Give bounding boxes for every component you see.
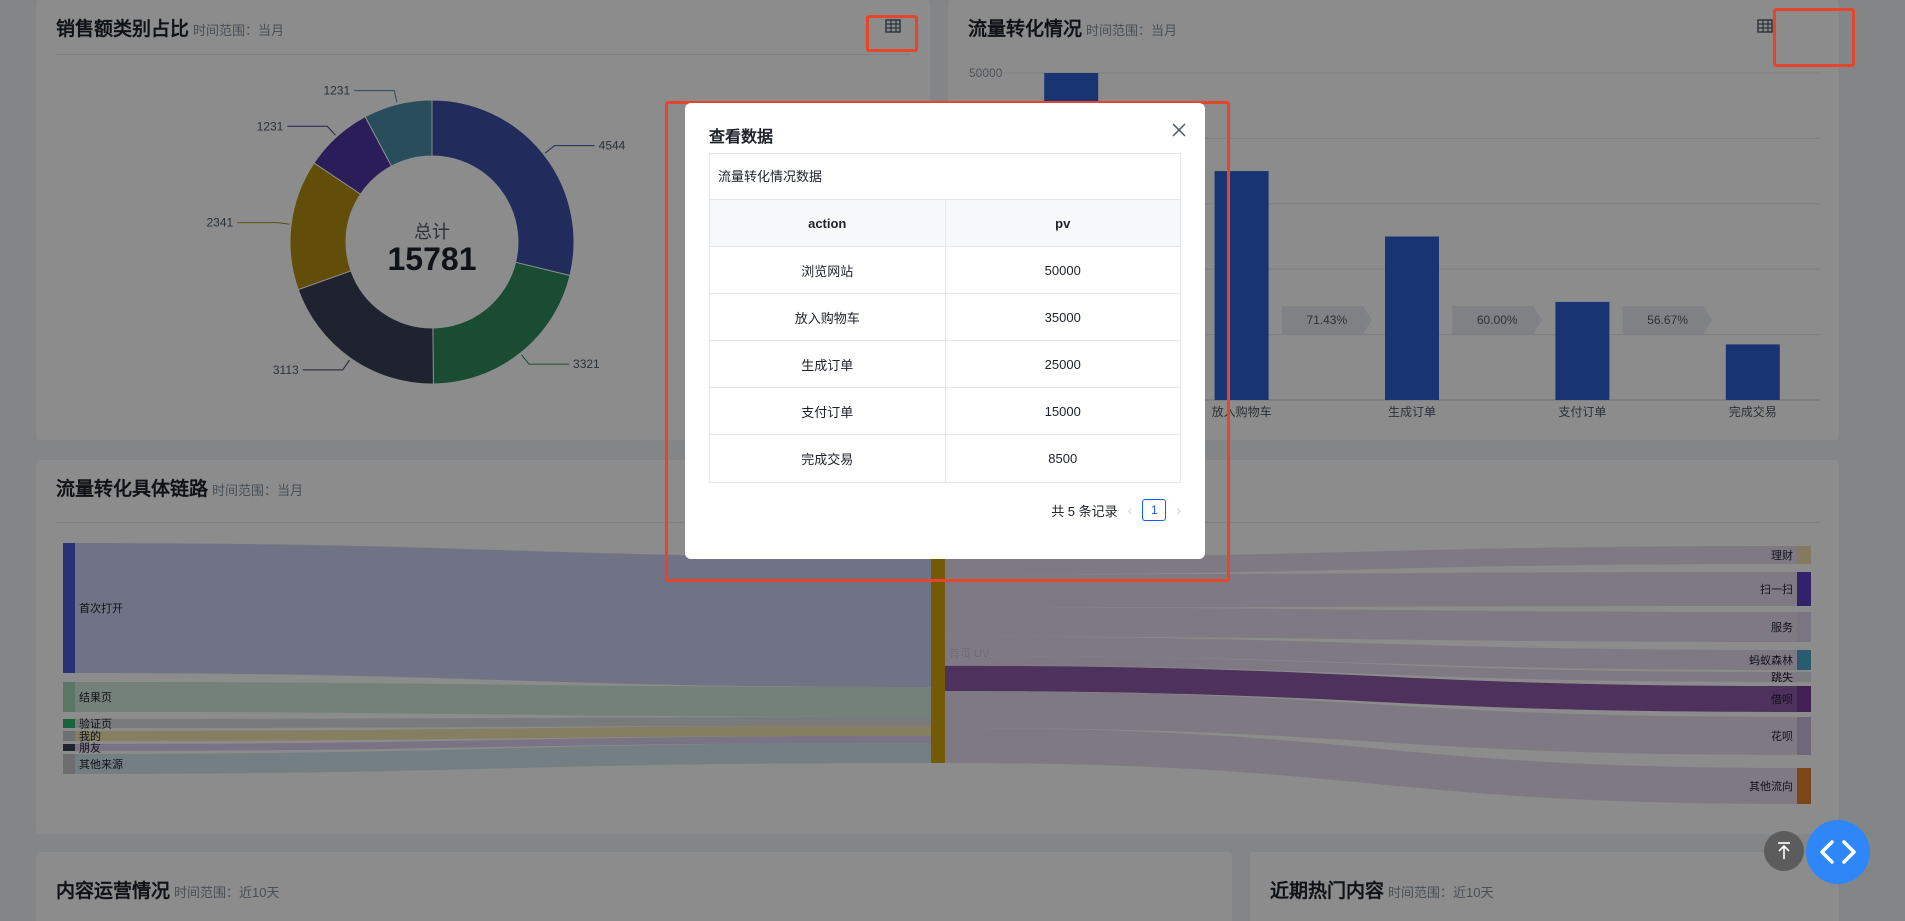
highlight-box [1773,8,1855,67]
table-cell: 完成交易 [710,435,946,482]
table-header-row: action pv [710,200,1180,247]
next-page-icon[interactable]: › [1176,502,1181,518]
code-icon [1820,840,1856,864]
table-row: 放入购物车 35000 [710,294,1180,341]
prev-page-icon[interactable]: ‹ [1128,502,1133,518]
table-cell: 35000 [1044,309,1081,325]
close-icon[interactable] [1168,119,1190,141]
column-header: pv [1055,215,1071,231]
table-cell: 15000 [1044,403,1081,419]
table-cell: 50000 [1044,262,1081,278]
table-cell: 8500 [1048,451,1078,466]
table-row: 完成交易 8500 [710,435,1180,482]
back-to-top-button[interactable] [1764,831,1804,871]
data-table: 流量转化情况数据 action pv 浏览网站 50000 放入购物车 3500… [709,153,1181,483]
pagination: 共 5 条记录 ‹ 1 › [1051,499,1181,521]
modal-title: 查看数据 [709,129,774,146]
table-row: 支付订单 15000 [710,388,1180,435]
total-records-text: 共 5 条记录 [1051,503,1118,519]
table-row: 生成订单 25000 [710,341,1180,388]
page-button[interactable]: 1 [1142,499,1167,521]
arrow-up-icon [1778,842,1790,859]
highlight-box [866,15,918,52]
table-row: 浏览网站 50000 [710,247,1180,294]
table-cell: 25000 [1044,356,1081,372]
column-header: action [710,200,946,246]
code-toggle-button[interactable] [1806,820,1870,884]
table-caption: 流量转化情况数据 [710,154,1180,200]
table-cell: 放入购物车 [710,294,946,340]
table-cell: 支付订单 [710,388,946,434]
view-data-modal: 查看数据 流量转化情况数据 action pv 浏览网站 50000 放入购物车… [685,103,1205,559]
table-cell: 浏览网站 [710,247,946,293]
table-cell: 生成订单 [710,341,946,387]
